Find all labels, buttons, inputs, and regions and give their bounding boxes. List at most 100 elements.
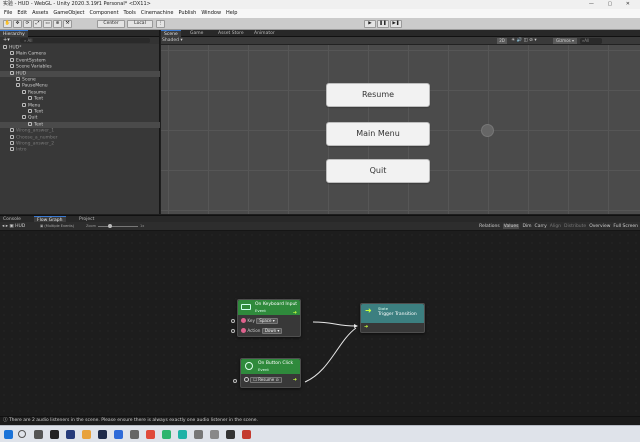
tab-animator[interactable]: Animator bbox=[251, 30, 278, 37]
tab-game[interactable]: Game bbox=[187, 30, 206, 37]
2d-toggle-button[interactable]: 2D bbox=[497, 38, 507, 44]
graph-tool-full-screen[interactable]: Full Screen bbox=[613, 224, 638, 229]
action-value-dropdown[interactable]: Down ▾ bbox=[261, 328, 283, 334]
menu-item-window[interactable]: Window bbox=[201, 10, 221, 16]
add-icon[interactable]: +▾ bbox=[3, 37, 10, 44]
hierarchy-row[interactable]: Menu bbox=[0, 102, 160, 109]
app-icon-10[interactable] bbox=[178, 430, 187, 439]
task-view-icon[interactable] bbox=[34, 430, 43, 439]
app-icon-9[interactable] bbox=[162, 430, 171, 439]
hierarchy-row[interactable]: Scene bbox=[0, 77, 160, 83]
tab-scene[interactable]: Scene bbox=[161, 30, 181, 37]
status-bar[interactable]: ⓘ There are 2 audio listeners in the sce… bbox=[0, 416, 640, 425]
start-menu-icon[interactable] bbox=[4, 430, 13, 439]
graph-tool-carry[interactable]: Carry bbox=[535, 224, 547, 229]
visual-studio-app-icon[interactable] bbox=[66, 430, 75, 439]
app-icon-13[interactable] bbox=[226, 430, 235, 439]
hierarchy-row[interactable]: Quit bbox=[0, 115, 160, 121]
menu-item-tools[interactable]: Tools bbox=[124, 10, 136, 16]
hierarchy-search-input[interactable]: ⌕ All bbox=[20, 38, 150, 43]
pause-button[interactable]: ❚❚ bbox=[377, 20, 389, 28]
custom-tool-icon[interactable]: ⚒ bbox=[63, 20, 72, 28]
resume-ui-button[interactable]: Resume bbox=[326, 83, 430, 107]
snap-icon[interactable]: ⋮ bbox=[156, 20, 165, 28]
graph-tool-values[interactable]: Values bbox=[502, 224, 520, 229]
shading-mode-dropdown[interactable]: Shaded ▾ bbox=[162, 37, 183, 45]
hierarchy-row[interactable]: Resume bbox=[0, 89, 160, 96]
hand-tool-icon[interactable]: ✋ bbox=[3, 20, 12, 28]
hierarchy-row[interactable]: Text bbox=[0, 121, 160, 128]
quit-ui-button[interactable]: Quit bbox=[326, 159, 430, 183]
light-toggle-icon[interactable]: ☀ 🔊 ◫ ⊘ ▾ bbox=[511, 37, 537, 45]
hierarchy-row[interactable]: EventSystem bbox=[0, 57, 160, 64]
rect-tool-icon[interactable]: ▭ bbox=[43, 20, 52, 28]
hierarchy-row[interactable]: Intro bbox=[0, 147, 160, 153]
space-toggle-button[interactable]: Local bbox=[127, 20, 153, 28]
hierarchy-row[interactable]: Text bbox=[0, 109, 160, 115]
menu-item-cinemachine[interactable]: Cinemachine bbox=[141, 10, 174, 16]
transform-tool-icon[interactable]: ⊕ bbox=[53, 20, 62, 28]
action-port-icon[interactable] bbox=[241, 328, 246, 333]
button-flow-output-icon[interactable]: ➜ bbox=[293, 374, 297, 386]
photoshop-app-icon[interactable] bbox=[98, 430, 107, 439]
app-icon-11[interactable] bbox=[194, 430, 203, 439]
app-icon-12[interactable] bbox=[210, 430, 219, 439]
key-value-dropdown[interactable]: Space ▾ bbox=[256, 318, 278, 324]
zoom-slider[interactable] bbox=[98, 226, 138, 227]
menu-item-file[interactable]: File bbox=[4, 10, 12, 16]
graph-tool-dim[interactable]: Dim bbox=[522, 224, 531, 229]
menu-item-help[interactable]: Help bbox=[226, 10, 237, 16]
tab-asset-store[interactable]: Asset Store bbox=[215, 30, 247, 37]
zoom-slider-handle[interactable] bbox=[108, 224, 112, 228]
graph-tool-align[interactable]: Align bbox=[550, 224, 561, 229]
on-keyboard-input-node[interactable]: On Keyboard Input Event ➜ Key Space ▾ Ac… bbox=[237, 299, 301, 337]
move-tool-icon[interactable]: ✥ bbox=[13, 20, 22, 28]
state-flow-input-icon[interactable]: ➜ bbox=[364, 324, 368, 330]
menu-item-component[interactable]: Component bbox=[90, 10, 119, 16]
button-input-port-icon[interactable] bbox=[233, 379, 237, 383]
flow-graph-canvas[interactable]: On Keyboard Input Event ➜ Key Space ▾ Ac… bbox=[0, 231, 640, 416]
play-button[interactable]: ▶ bbox=[364, 20, 376, 28]
trigger-transition-node[interactable]: ➜ State Trigger Transition ➜ bbox=[360, 303, 425, 333]
gizmos-dropdown[interactable]: Gizmos ▾ bbox=[553, 38, 577, 44]
camera-gizmo-icon[interactable] bbox=[481, 124, 494, 137]
key-port-icon[interactable] bbox=[241, 318, 246, 323]
hierarchy-row[interactable]: HUD* bbox=[0, 45, 160, 51]
file-explorer-icon[interactable] bbox=[82, 430, 91, 439]
rotate-tool-icon[interactable]: ⟳ bbox=[23, 20, 32, 28]
pivot-toggle-button[interactable]: Center bbox=[97, 20, 125, 28]
graph-tool-overview[interactable]: Overview bbox=[589, 224, 610, 229]
menu-item-publish[interactable]: Publish bbox=[179, 10, 197, 16]
menu-item-edit[interactable]: Edit bbox=[17, 10, 27, 16]
graph-event-selector[interactable]: ▣ (Multiple Events) bbox=[40, 222, 74, 231]
hierarchy-row[interactable]: PauseMenu bbox=[0, 83, 160, 89]
scene-search-input[interactable]: ⌕All bbox=[580, 38, 602, 44]
menu-item-gameobject[interactable]: GameObject bbox=[53, 10, 84, 16]
app-icon-14[interactable] bbox=[242, 430, 251, 439]
app-icon-7[interactable] bbox=[130, 430, 139, 439]
graph-tool-distribute[interactable]: Distribute bbox=[564, 224, 586, 229]
graph-tool-relations[interactable]: Relations bbox=[479, 224, 500, 229]
main-menu-ui-button[interactable]: Main Menu bbox=[326, 122, 430, 146]
button-target-port-icon[interactable] bbox=[244, 377, 249, 382]
button-target-field[interactable]: ☐ Resume ⊙ bbox=[250, 377, 282, 383]
hierarchy-row[interactable]: Scene Variables bbox=[0, 64, 160, 70]
hierarchy-row[interactable]: HUD bbox=[0, 70, 160, 77]
menu-item-assets[interactable]: Assets bbox=[32, 10, 48, 16]
hierarchy-row[interactable]: Wrong_answer_1 bbox=[0, 128, 160, 134]
hierarchy-row[interactable]: Text bbox=[0, 96, 160, 102]
app-icon-8[interactable] bbox=[146, 430, 155, 439]
scene-viewport[interactable]: Resume Main Menu Quit bbox=[161, 45, 640, 214]
key-input-port-icon[interactable] bbox=[231, 319, 235, 323]
hierarchy-row[interactable]: Main Camera bbox=[0, 51, 160, 57]
step-button[interactable]: ▶❚ bbox=[390, 20, 402, 28]
action-input-port-icon[interactable] bbox=[231, 329, 235, 333]
unity-app-icon[interactable] bbox=[50, 430, 59, 439]
on-button-click-node[interactable]: On Button Click Event ☐ Resume ⊙ ➜ bbox=[240, 358, 301, 388]
hierarchy-row[interactable]: Wrong_answer_2 bbox=[0, 141, 160, 147]
word-app-icon[interactable] bbox=[114, 430, 123, 439]
window-controls[interactable]: — ▢ ✕ bbox=[589, 0, 636, 9]
scale-tool-icon[interactable]: ⤢ bbox=[33, 20, 42, 28]
graph-breadcrumb[interactable]: ◂ ▸ ▣ HUD bbox=[2, 222, 25, 231]
tab-hierarchy[interactable]: Hierarchy bbox=[0, 30, 28, 37]
